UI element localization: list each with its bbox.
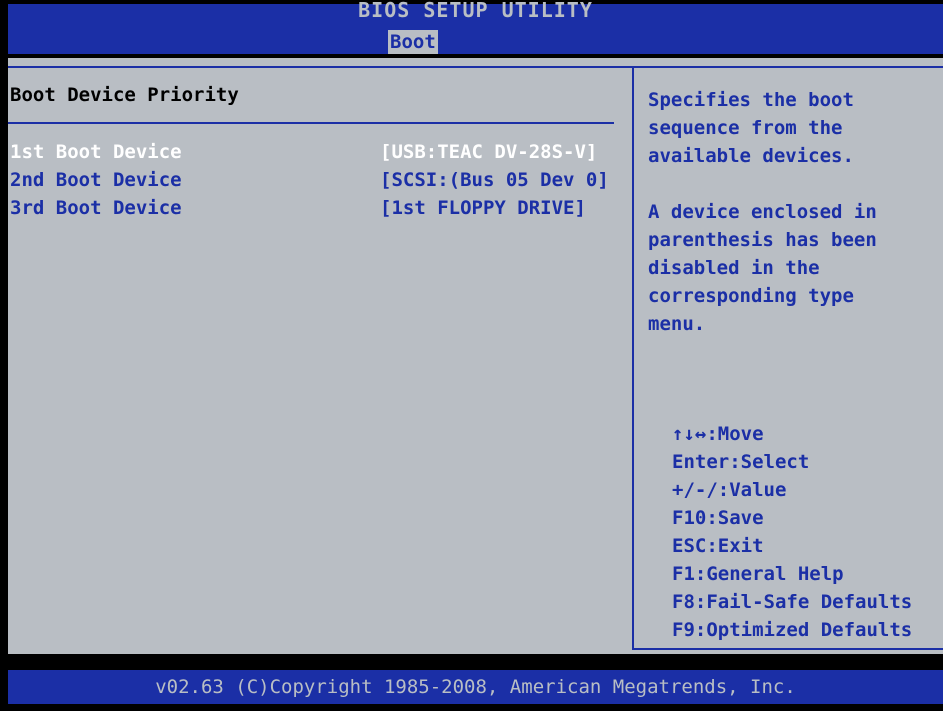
help-line: A device enclosed in bbox=[648, 201, 877, 223]
key-value: +/-/:Value bbox=[672, 479, 787, 501]
boot-device-label: 3rd Boot Device bbox=[10, 197, 182, 219]
panel-top-border bbox=[8, 66, 943, 68]
title-bar: BIOS SETUP UTILITY bbox=[8, 0, 943, 30]
boot-device-row-2[interactable]: 2nd Boot Device [SCSI:(Bus 05 Dev 0] bbox=[10, 166, 610, 194]
help-line: Specifies the boot bbox=[648, 89, 854, 111]
bios-screen: BIOS SETUP UTILITY Boot Boot Device Prio… bbox=[0, 0, 943, 711]
help-line: parenthesis has been bbox=[648, 229, 877, 251]
panel-divider bbox=[632, 66, 634, 650]
help-description: Specifies the boot sequence from the ava… bbox=[648, 86, 934, 338]
key-legend: ↑↓↔:Move Enter:Select +/-/:Value F10:Sav… bbox=[672, 420, 942, 644]
boot-device-label: 1st Boot Device bbox=[10, 141, 182, 163]
key-select: Enter:Select bbox=[672, 451, 810, 473]
tab-boot[interactable]: Boot bbox=[388, 30, 438, 54]
boot-device-row-1[interactable]: 1st Boot Device [USB:TEAC DV-28S-V] bbox=[10, 138, 610, 166]
help-spacer bbox=[648, 170, 934, 198]
key-exit: ESC:Exit bbox=[672, 535, 764, 557]
bios-title: BIOS SETUP UTILITY bbox=[358, 0, 593, 22]
help-line: menu. bbox=[648, 313, 706, 335]
key-optimized-defaults: F9:Optimized Defaults bbox=[672, 619, 913, 641]
help-panel-bottom-border bbox=[632, 648, 943, 650]
help-line: sequence from the bbox=[648, 117, 843, 139]
boot-device-value[interactable]: [SCSI:(Bus 05 Dev 0] bbox=[380, 166, 609, 194]
footer-bar: v02.63 (C)Copyright 1985-2008, American … bbox=[8, 670, 943, 704]
key-save: F10:Save bbox=[672, 507, 764, 529]
help-line: corresponding type bbox=[648, 285, 854, 307]
tab-bar: Boot bbox=[8, 30, 943, 54]
help-line: available devices. bbox=[648, 145, 854, 167]
boot-device-value[interactable]: [USB:TEAC DV-28S-V] bbox=[380, 138, 597, 166]
section-underline bbox=[8, 122, 614, 124]
key-move: ↑↓↔:Move bbox=[672, 423, 764, 445]
boot-device-row-3[interactable]: 3rd Boot Device [1st FLOPPY DRIVE] bbox=[10, 194, 610, 222]
key-general-help: F1:General Help bbox=[672, 563, 844, 585]
boot-device-label: 2nd Boot Device bbox=[10, 169, 182, 191]
copyright-footer: v02.63 (C)Copyright 1985-2008, American … bbox=[155, 676, 796, 698]
main-panel: Boot Device Priority 1st Boot Device [US… bbox=[8, 58, 943, 654]
boot-device-value[interactable]: [1st FLOPPY DRIVE] bbox=[380, 194, 586, 222]
section-title: Boot Device Priority bbox=[10, 84, 239, 106]
help-line: disabled in the bbox=[648, 257, 820, 279]
key-fail-safe-defaults: F8:Fail-Safe Defaults bbox=[672, 591, 913, 613]
